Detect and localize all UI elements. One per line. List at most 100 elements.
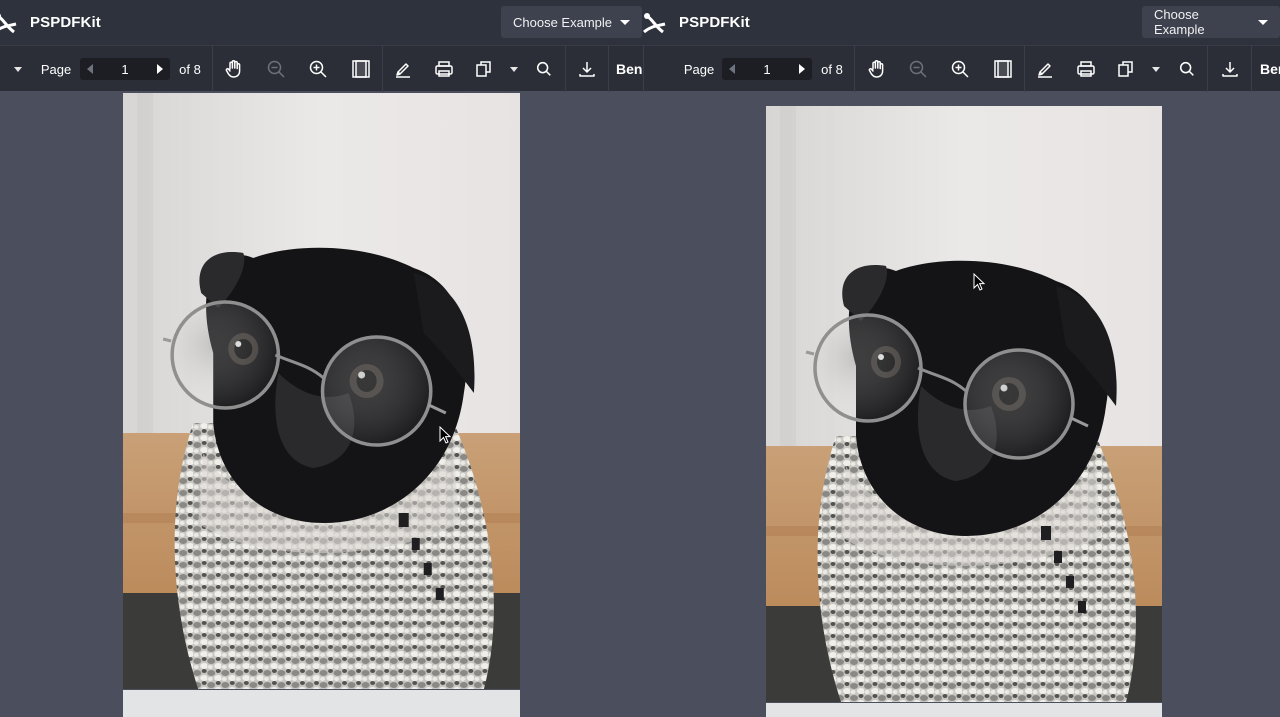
page-layout-button[interactable]: [349, 46, 373, 92]
brand[interactable]: PSPDFKit: [0, 0, 101, 45]
caret-down-icon: [14, 66, 22, 72]
divider: [212, 46, 213, 92]
prev-page-button[interactable]: [722, 58, 742, 80]
search-button[interactable]: [1176, 46, 1198, 92]
user-menu[interactable]: Ben: [1260, 46, 1280, 92]
download-button[interactable]: [1218, 46, 1242, 92]
zoom-in-icon: [309, 60, 327, 78]
document-editor-icon: [1118, 61, 1133, 77]
page-label: Page: [40, 61, 72, 77]
page-label-wrap: Page: [684, 46, 714, 92]
download-icon: [1222, 62, 1238, 77]
toolbar: Page 1 of 8: [643, 45, 1280, 92]
choose-example-dropdown[interactable]: Choose Example: [501, 6, 642, 38]
divider: [854, 46, 855, 92]
zoom-out-icon: [909, 60, 927, 78]
page-layout-button[interactable]: [991, 46, 1015, 92]
page-number-input[interactable]: 1: [100, 62, 150, 77]
left-viewer: PSPDFKit Choose Example Page 1 of 8 Ben: [0, 0, 643, 717]
next-arrow-icon: [157, 64, 163, 74]
document-editor-button[interactable]: [1114, 46, 1138, 92]
page-layout-icon: [994, 60, 1012, 78]
next-pdf-page: [766, 703, 1162, 717]
next-page-button[interactable]: [150, 58, 170, 80]
pspdfkit-logo-icon: [0, 13, 17, 33]
choose-example-dropdown[interactable]: Choose Example: [1142, 6, 1280, 38]
document-editor-icon: [476, 61, 491, 77]
caret-down-icon: [1152, 66, 1160, 72]
pen-icon: [396, 63, 410, 78]
divider: [382, 46, 383, 92]
brand[interactable]: PSPDFKit: [643, 0, 750, 45]
mouse-cursor-icon: [439, 426, 451, 444]
brand-name: PSPDFKit: [679, 14, 750, 31]
next-page-button[interactable]: [792, 58, 812, 80]
search-icon: [536, 61, 551, 76]
download-button[interactable]: [575, 46, 599, 92]
prev-arrow-icon: [729, 64, 735, 74]
annotate-button[interactable]: [391, 46, 415, 92]
divider: [1024, 46, 1025, 92]
hand-tool-icon: [868, 60, 884, 78]
annotate-button[interactable]: [1033, 46, 1057, 92]
caret-down-icon: [510, 66, 518, 72]
page-total: of 8: [179, 61, 201, 77]
search-button[interactable]: [533, 46, 555, 92]
divider: [1251, 46, 1252, 92]
pen-icon: [1038, 63, 1052, 78]
choose-example-label: Choose Example: [513, 14, 612, 30]
print-button[interactable]: [432, 46, 456, 92]
divider: [643, 46, 644, 92]
user-name: Ben: [1260, 61, 1280, 77]
pspdfkit-logo-icon: [643, 12, 666, 33]
document-editor-menu[interactable]: [507, 46, 521, 92]
prev-arrow-icon: [87, 64, 93, 74]
document-editor-menu[interactable]: [1149, 46, 1163, 92]
page-pager: 1: [722, 58, 812, 80]
zoom-out-button[interactable]: [264, 46, 288, 92]
print-icon: [435, 61, 453, 77]
toolbar: Page 1 of 8: [0, 45, 643, 92]
pan-tool-button[interactable]: [865, 46, 889, 92]
next-arrow-icon: [799, 64, 805, 74]
zoom-in-button[interactable]: [306, 46, 330, 92]
document-editor-button[interactable]: [472, 46, 496, 92]
page-total: of 8: [821, 61, 843, 77]
divider: [565, 46, 566, 92]
brand-name: PSPDFKit: [30, 14, 101, 31]
user-name: Ben: [616, 61, 643, 77]
page-total-wrap: of 8: [817, 46, 847, 92]
zoom-in-button[interactable]: [948, 46, 972, 92]
print-button[interactable]: [1074, 46, 1098, 92]
mouse-cursor-icon: [973, 273, 985, 291]
page-label-wrap: Page: [41, 46, 71, 92]
pan-tool-button[interactable]: [222, 46, 246, 92]
next-pdf-page: [123, 690, 520, 717]
divider: [608, 46, 609, 92]
divider: [1207, 46, 1208, 92]
header-bar: PSPDFKit Choose Example: [643, 0, 1280, 45]
choose-example-label: Choose Example: [1154, 7, 1205, 37]
sidebar-toggle-caret[interactable]: [10, 46, 26, 92]
page-number-input[interactable]: 1: [742, 62, 792, 77]
print-icon: [1077, 61, 1095, 77]
zoom-out-icon: [267, 60, 285, 78]
page-pager: 1: [80, 58, 170, 80]
zoom-out-button[interactable]: [906, 46, 930, 92]
page-label: Page: [683, 61, 715, 77]
page-total-wrap: of 8: [175, 46, 205, 92]
prev-page-button[interactable]: [80, 58, 100, 80]
search-icon: [1179, 61, 1194, 76]
pug-photo: [766, 106, 1162, 702]
pdf-page[interactable]: [123, 93, 520, 689]
chevron-down-icon: [620, 19, 630, 25]
user-menu[interactable]: Ben: [616, 46, 643, 92]
chevron-down-icon: [1258, 19, 1268, 25]
pdf-page[interactable]: [766, 106, 1162, 702]
hand-tool-icon: [225, 60, 241, 78]
pug-photo: [123, 93, 520, 689]
zoom-in-icon: [951, 60, 969, 78]
header-bar: PSPDFKit Choose Example: [0, 0, 643, 45]
page-layout-icon: [352, 60, 370, 78]
right-viewer: PSPDFKit Choose Example Page 1 of 8 Be: [643, 0, 1280, 717]
